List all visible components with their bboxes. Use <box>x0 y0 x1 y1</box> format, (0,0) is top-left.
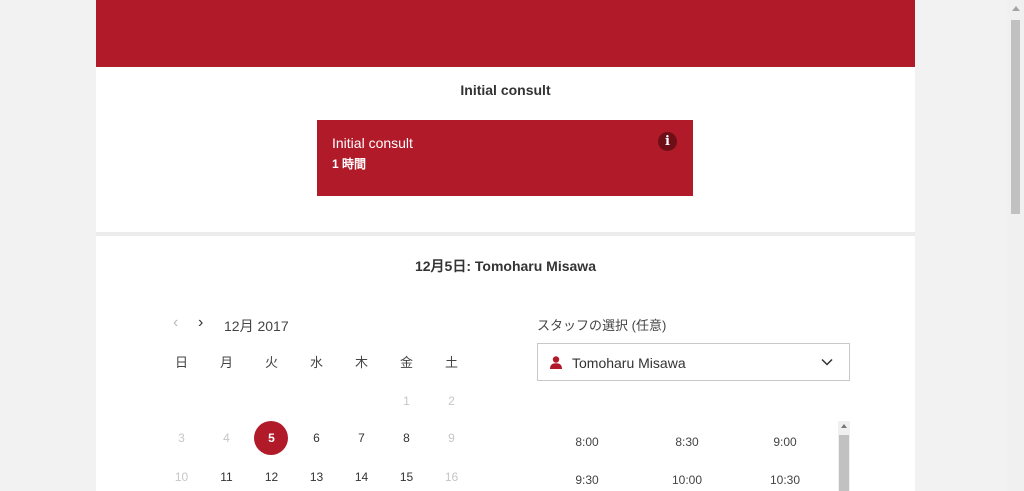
calendar-day-empty <box>294 384 339 418</box>
time-slot[interactable]: 9:00 <box>735 435 835 449</box>
weekday-label: 木 <box>354 355 368 370</box>
staff-selected-name: Tomoharu Misawa <box>572 355 686 371</box>
calendar-day: 1 <box>403 394 410 408</box>
service-title: Initial consult <box>460 82 551 98</box>
prev-month-chevron-icon[interactable]: ‹ <box>173 314 178 332</box>
calendar-day: 3 <box>178 431 185 445</box>
time-slot[interactable]: 10:30 <box>735 473 835 487</box>
calendar-day[interactable]: 6 <box>294 421 339 455</box>
calendar-day: 16 <box>444 470 459 484</box>
chevron-down-icon <box>821 358 833 366</box>
calendar-day[interactable]: 12 <box>249 460 294 491</box>
scroll-up-arrow-icon[interactable] <box>1012 6 1020 11</box>
calendar-week-row: 3 4 5 6 7 8 9 <box>159 421 474 455</box>
next-month-chevron-icon[interactable]: › <box>198 314 203 332</box>
weekday-label: 月 <box>219 355 233 370</box>
scroll-up-arrow-icon[interactable] <box>841 424 847 428</box>
weekday-label: 火 <box>264 355 278 370</box>
calendar-day-selected-label: 5 <box>268 431 275 445</box>
calendar-day[interactable]: 7 <box>339 421 384 455</box>
calendar-day[interactable]: 8 <box>384 421 429 455</box>
calendar-day-empty <box>339 384 384 418</box>
calendar-day[interactable]: 14 <box>339 460 384 491</box>
selected-date-heading: 12月5日: Tomoharu Misawa <box>414 258 596 274</box>
weekday-label: 日 <box>174 355 188 370</box>
calendar-day-empty <box>159 384 204 418</box>
time-slot[interactable]: 10:00 <box>637 473 737 487</box>
window-scrollbar[interactable] <box>1007 0 1024 491</box>
weekday-label: 土 <box>444 355 458 370</box>
weekday-label: 金 <box>399 355 413 370</box>
calendar-day-empty <box>204 384 249 418</box>
service-card-name: Initial consult <box>332 135 413 151</box>
header-banner <box>96 0 915 67</box>
staff-dropdown[interactable]: Tomoharu Misawa <box>537 343 850 381</box>
calendar-month-label: 12月 2017 <box>224 318 289 334</box>
booking-page: Initial consult Initial consult 1 時間 i 1… <box>96 0 915 491</box>
calendar-day-selected[interactable]: 5 <box>249 421 294 455</box>
calendar-day: 4 <box>223 431 230 445</box>
staff-select-label: スタッフの選択 (任意) <box>537 318 667 333</box>
calendar-day[interactable]: 13 <box>294 460 339 491</box>
calendar-day[interactable]: 15 <box>384 460 429 491</box>
time-slot[interactable]: 9:30 <box>537 473 637 487</box>
calendar-day: 9 <box>448 431 455 445</box>
calendar-day: 10 <box>174 470 189 484</box>
time-slot-scrollbar[interactable] <box>838 421 850 491</box>
calendar-day-empty <box>249 384 294 418</box>
section-divider <box>96 232 915 236</box>
person-icon <box>550 356 562 369</box>
time-slot-grid: 8:00 8:30 9:00 9:30 10:00 10:30 <box>537 420 837 491</box>
time-slot[interactable]: 8:30 <box>637 435 737 449</box>
calendar-day[interactable]: 11 <box>204 460 249 491</box>
info-icon[interactable]: i <box>658 132 677 151</box>
calendar-day: 2 <box>448 394 455 408</box>
calendar-weekday-row: 日 月 火 水 木 金 土 <box>159 352 474 371</box>
weekday-label: 水 <box>309 355 323 370</box>
service-card[interactable]: Initial consult 1 時間 i <box>317 120 693 196</box>
calendar-week-row: 1 2 <box>159 384 474 418</box>
scrollbar-thumb[interactable] <box>839 435 849 491</box>
time-slot[interactable]: 8:00 <box>537 435 637 449</box>
calendar-week-row: 10 11 12 13 14 15 16 <box>159 460 474 491</box>
scrollbar-thumb[interactable] <box>1011 20 1020 214</box>
service-card-duration: 1 時間 <box>332 157 367 171</box>
